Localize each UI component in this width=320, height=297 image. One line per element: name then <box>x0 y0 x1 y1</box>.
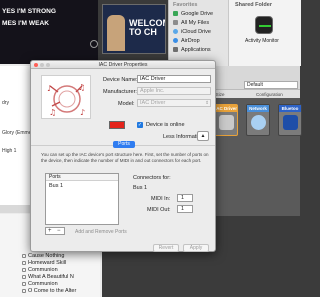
activity-monitor-icon[interactable] <box>255 16 273 34</box>
iac-driver-properties-dialog: IAC Driver Properties ♪ ♫ ♫ ♪ Device Nam… <box>30 60 216 252</box>
device-label: Bluetoo <box>279 105 301 112</box>
add-remove-ports-label: Add and Remove Ports <box>75 229 127 235</box>
checkbox-icon[interactable] <box>22 289 26 293</box>
midi-studio-window: Default Icon Size Configuration IAC Driv… <box>206 66 302 216</box>
checkbox-icon[interactable] <box>22 254 26 258</box>
model-field: IAC Driver ⇕ <box>137 99 211 107</box>
midi-out-label: MIDI Out: <box>147 207 171 213</box>
ports-column-header: Ports <box>46 174 118 181</box>
song-item[interactable]: Communion <box>28 267 58 273</box>
toolbar: Default <box>206 66 300 90</box>
iac-driver-device[interactable]: IAC Driver <box>214 104 238 136</box>
connectors-for-label: Connectors for: <box>133 175 171 181</box>
dialog-title: IAC Driver Properties <box>98 62 148 68</box>
manufacturer-field: Apple Inc. <box>137 87 211 95</box>
configuration-label: Configuration <box>256 92 283 97</box>
midi-in-field[interactable]: 1 <box>177 194 193 202</box>
apply-button[interactable]: Apply <box>183 244 209 252</box>
less-information-button[interactable]: ▲ <box>197 131 209 141</box>
table-row[interactable]: Bus 1 <box>49 183 63 189</box>
lyrics-line-1: YES I'M STRONG <box>2 8 56 15</box>
background-dark-area <box>102 250 206 297</box>
title-bar[interactable]: IAC Driver Properties <box>31 61 215 69</box>
finder-content: Shared Folder Activity Monitor <box>229 0 301 66</box>
finder-sidebar: Favorites Google Drive All My Files iClo… <box>169 0 229 66</box>
svg-text:♫: ♫ <box>78 83 85 92</box>
song-item[interactable]: Communion <box>28 281 58 287</box>
files-icon <box>173 20 178 26</box>
checkbox-icon[interactable] <box>22 261 26 265</box>
midi-out-field[interactable]: 1 <box>177 205 193 213</box>
slide-preview-window: WELCOME TO CH <box>98 0 170 62</box>
bluetooth-icon <box>283 115 298 130</box>
list-item[interactable]: dry <box>2 100 9 106</box>
sidebar-item-airdrop[interactable]: AirDrop <box>173 38 200 44</box>
bluetooth-device[interactable]: Bluetoo <box>278 104 302 136</box>
cloud-icon <box>173 29 178 35</box>
port-description: You can set up the IAC device's port str… <box>41 152 209 163</box>
sidebar-item-all-my-files[interactable]: All My Files <box>173 20 209 26</box>
checkbox-icon[interactable] <box>22 282 26 286</box>
model-value: IAC Driver <box>140 100 166 106</box>
connectors-for-value: Bus 1 <box>133 185 148 191</box>
model-label: Model: <box>118 101 135 107</box>
checkbox-icon[interactable] <box>22 275 26 279</box>
add-remove-port-buttons: + − <box>45 227 65 235</box>
device-label: Network <box>247 105 269 112</box>
iac-driver-icon <box>219 115 234 130</box>
revert-button[interactable]: Revert <box>153 244 179 252</box>
song-item[interactable]: Homeward Skill <box>28 260 66 266</box>
slide-title: WELCOME TO CH <box>129 18 165 37</box>
add-port-button[interactable]: + <box>48 228 52 235</box>
song-item[interactable]: O Come to the Alter <box>28 288 76 294</box>
song-item[interactable]: Cause Nothing <box>28 253 64 259</box>
device-online-checkbox[interactable]: ✓ <box>137 122 143 128</box>
chevron-updown-icon: ⇕ <box>205 100 209 105</box>
lyrics-line-2: MES I'M WEAK <box>2 20 49 27</box>
network-device[interactable]: Network <box>246 104 270 136</box>
slide-thumbnail[interactable]: WELCOME TO CH <box>102 4 166 54</box>
tab-ports[interactable]: Ports <box>113 141 135 148</box>
lyrics-preview: YES I'M STRONG MES I'M WEAK <box>0 0 100 64</box>
remove-port-button[interactable]: − <box>57 228 61 235</box>
google-drive-icon <box>173 11 178 17</box>
svg-text:♫: ♫ <box>49 108 56 117</box>
iac-driver-icon: ♪ ♫ ♫ ♪ <box>41 75 91 119</box>
activity-monitor-label: Activity Monitor <box>245 38 279 44</box>
manufacturer-label: Manufacturer: <box>103 89 137 95</box>
sidebar-item-google-drive[interactable]: Google Drive <box>173 11 213 17</box>
checkbox-icon[interactable] <box>22 268 26 272</box>
shared-folder-header: Shared Folder <box>235 2 272 8</box>
configuration-select[interactable]: Default <box>244 81 298 89</box>
device-label: IAC Driver <box>215 105 238 112</box>
song-item[interactable]: What A Beautiful N <box>28 274 74 280</box>
network-icon <box>251 115 266 130</box>
svg-text:♪: ♪ <box>80 108 85 117</box>
device-color-well[interactable] <box>109 121 125 129</box>
device-name-label: Device Name: <box>103 77 138 83</box>
device-online-label: Device is online <box>146 122 185 128</box>
ports-table: Ports Bus 1 <box>45 173 119 225</box>
svg-text:♪: ♪ <box>47 84 52 93</box>
sidebar-header: Favorites <box>173 2 198 8</box>
person-image <box>107 15 125 51</box>
device-name-field[interactable]: IAC Driver <box>137 75 211 83</box>
airdrop-icon <box>173 38 178 44</box>
applications-icon <box>173 47 178 53</box>
list-item[interactable]: Glory (Emme <box>2 130 31 136</box>
sidebar-item-icloud-drive[interactable]: iCloud Drive <box>173 29 211 35</box>
midi-in-label: MIDI In: <box>151 196 171 202</box>
sidebar-item-applications[interactable]: Applications <box>173 47 211 53</box>
list-item[interactable]: High 1 <box>2 148 16 154</box>
finder-window: Favorites Google Drive All My Files iClo… <box>168 0 301 66</box>
record-icon <box>90 40 98 48</box>
